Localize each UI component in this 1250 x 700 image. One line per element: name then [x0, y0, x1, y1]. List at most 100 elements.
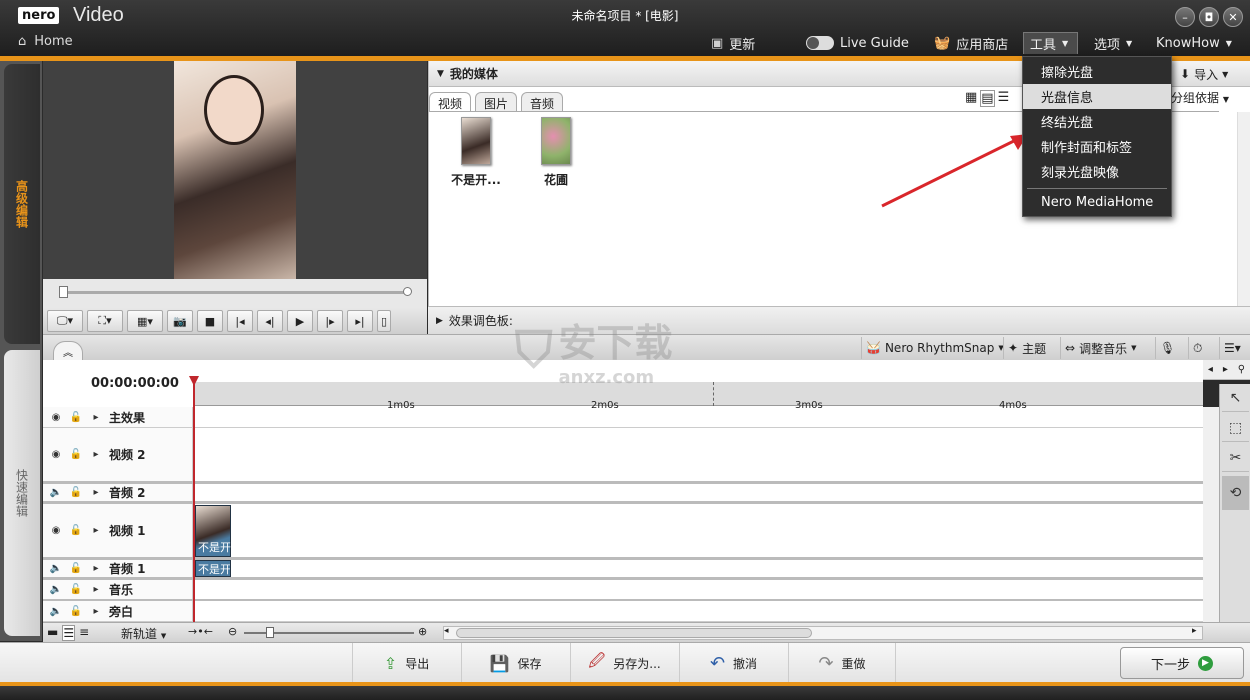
- lock-icon[interactable]: 🔓: [69, 487, 83, 498]
- adjust-music-button[interactable]: ⇔ 调整音乐 ▼: [1060, 337, 1140, 359]
- short-rows-icon[interactable]: ≡: [79, 625, 89, 641]
- media-item[interactable]: 花圃: [521, 117, 591, 188]
- marquee-tool[interactable]: ⬚: [1222, 414, 1249, 442]
- import-button[interactable]: ⬇ 导入 ▼: [1171, 61, 1250, 87]
- go-start-button[interactable]: |◂: [227, 310, 253, 332]
- timeline-vertical-scrollbar[interactable]: [1203, 407, 1219, 622]
- menu-item-cover-label[interactable]: 制作封面和标签: [1023, 134, 1171, 159]
- media-scrollbar[interactable]: [1237, 112, 1250, 306]
- lock-icon[interactable]: 🔓: [69, 584, 83, 595]
- large-grid-icon[interactable]: ▦: [965, 90, 977, 107]
- timer-button[interactable]: ⏱: [1188, 337, 1206, 359]
- menu-item-erase-disc[interactable]: 擦除光盘: [1023, 59, 1171, 84]
- more-controls-button[interactable]: ▯: [377, 310, 391, 332]
- menu-item-burn-image[interactable]: 刻录光盘映像: [1023, 159, 1171, 184]
- visibility-icon[interactable]: ◉: [49, 525, 63, 536]
- snapshot-button[interactable]: 📷: [167, 310, 193, 332]
- stop-button[interactable]: ■: [197, 310, 223, 332]
- visibility-icon[interactable]: ◉: [49, 412, 63, 423]
- restore-button[interactable]: ◘: [1199, 7, 1219, 27]
- theme-button[interactable]: ✦ 主题: [1003, 337, 1050, 359]
- cut-tool[interactable]: ✂: [1222, 444, 1249, 472]
- video-clip[interactable]: 不是开: [195, 504, 231, 557]
- menu-item-mediahome[interactable]: Nero MediaHome: [1023, 190, 1171, 215]
- display-mode-button[interactable]: 🖵▾: [47, 310, 83, 332]
- minimize-button[interactable]: –: [1175, 7, 1195, 27]
- fit-timeline-button[interactable]: →•←: [188, 625, 213, 638]
- zoom-out-icon[interactable]: ⊖: [228, 625, 237, 638]
- collapse-triangle-icon[interactable]: ▼: [437, 69, 444, 79]
- next-frame-button[interactable]: |▸: [317, 310, 343, 332]
- record-voice-button[interactable]: 🎙: [1155, 337, 1179, 359]
- save-button[interactable]: 💾 保存: [461, 643, 569, 683]
- redo-button[interactable]: ↷ 重做: [788, 643, 896, 683]
- zoom-slider[interactable]: ⊖ ⊕: [228, 625, 433, 640]
- app-store-button[interactable]: 🧺 应用商店: [928, 32, 1014, 54]
- home-link[interactable]: ⌂ Home: [18, 34, 73, 49]
- undo-button[interactable]: ↶ 撤消: [679, 643, 787, 683]
- update-button[interactable]: ▣ 更新: [705, 32, 761, 54]
- tab-image[interactable]: 图片: [475, 92, 518, 112]
- scrubber-handle[interactable]: [59, 286, 68, 298]
- list-grid-icon[interactable]: ▤: [980, 90, 995, 107]
- speaker-icon[interactable]: 🔈: [49, 563, 63, 574]
- expand-triangle-icon[interactable]: ▸: [89, 449, 103, 460]
- tab-advanced-edit[interactable]: 高级编辑: [4, 64, 40, 344]
- media-item[interactable]: 不是开...: [441, 117, 511, 188]
- lock-icon[interactable]: 🔓: [69, 563, 83, 574]
- select-tool[interactable]: ↖: [1222, 384, 1249, 412]
- pin-icon[interactable]: ⚲: [1238, 364, 1245, 375]
- lock-icon[interactable]: 🔓: [69, 449, 83, 460]
- medium-rows-icon[interactable]: ☰: [62, 625, 76, 641]
- zoom-in-icon[interactable]: ⊕: [418, 625, 427, 638]
- prev-frame-button[interactable]: ◂|: [257, 310, 283, 332]
- scroll-right-icon[interactable]: ▸: [1192, 626, 1197, 636]
- tools-menu-button[interactable]: 工具 ▼: [1023, 32, 1078, 54]
- lock-icon[interactable]: 🔓: [69, 525, 83, 536]
- rotate-tool[interactable]: ⟲: [1222, 476, 1249, 510]
- menu-item-finalize-disc[interactable]: 终结光盘: [1023, 109, 1171, 134]
- zoom-handle[interactable]: [266, 627, 274, 638]
- group-by-dropdown[interactable]: 分组依据 ▼: [1171, 89, 1229, 106]
- menu-item-disc-info[interactable]: 光盘信息: [1023, 84, 1171, 109]
- play-button[interactable]: ▶: [287, 310, 313, 332]
- tab-audio[interactable]: 音频: [521, 92, 564, 112]
- new-track-dropdown[interactable]: 新轨道 ▼: [121, 625, 166, 642]
- scroll-thumb[interactable]: [456, 628, 812, 638]
- horizontal-scrollbar[interactable]: ◂ ▸: [443, 626, 1203, 640]
- expand-triangle-icon[interactable]: ▸: [89, 487, 103, 498]
- track-options-button[interactable]: ☰▾: [1219, 337, 1245, 359]
- visibility-icon[interactable]: ◉: [49, 449, 63, 460]
- go-end-button[interactable]: ▸|: [347, 310, 373, 332]
- save-as-button[interactable]: 🖉 另存为...: [570, 643, 678, 683]
- scroll-left-icon[interactable]: ◂: [444, 626, 449, 636]
- speaker-icon[interactable]: 🔈: [49, 584, 63, 595]
- expand-triangle-icon[interactable]: ▸: [89, 584, 103, 595]
- next-step-button[interactable]: 下一步 ▶: [1120, 647, 1244, 679]
- lock-icon[interactable]: 🔓: [69, 412, 83, 423]
- export-button[interactable]: ⇪ 导出: [352, 643, 460, 683]
- lock-icon[interactable]: 🔓: [69, 606, 83, 617]
- preview-scrubber[interactable]: [43, 279, 427, 307]
- scroll-left-icon[interactable]: ◂: [1208, 364, 1213, 375]
- scroll-right-icon[interactable]: ▸: [1223, 364, 1228, 375]
- tab-quick-edit[interactable]: 快速编辑: [4, 350, 40, 636]
- audio-clip[interactable]: 不是开: [195, 560, 231, 577]
- knowhow-menu-button[interactable]: KnowHow ▼: [1150, 32, 1238, 54]
- expand-triangle-icon[interactable]: ▸: [89, 412, 103, 423]
- expand-triangle-icon[interactable]: ▸: [89, 606, 103, 617]
- collapse-panel-button[interactable]: ︽: [53, 341, 83, 361]
- playhead-line[interactable]: [193, 378, 195, 622]
- options-menu-button[interactable]: 选项 ▼: [1088, 32, 1138, 54]
- speaker-icon[interactable]: 🔈: [49, 487, 63, 498]
- aspect-button[interactable]: ▦▾: [127, 310, 163, 332]
- detail-list-icon[interactable]: ☰: [998, 90, 1010, 107]
- speaker-icon[interactable]: 🔈: [49, 606, 63, 617]
- close-button[interactable]: ✕: [1223, 7, 1243, 27]
- tall-rows-icon[interactable]: ▬: [47, 625, 58, 641]
- scrubber-end-handle[interactable]: [403, 287, 412, 296]
- expand-triangle-icon[interactable]: ▸: [89, 525, 103, 536]
- rhythmsnap-button[interactable]: 🥁 Nero RhythmSnap ▼: [861, 337, 1008, 359]
- tab-video[interactable]: 视频: [429, 92, 472, 112]
- fullscreen-button[interactable]: ⛶▾: [87, 310, 123, 332]
